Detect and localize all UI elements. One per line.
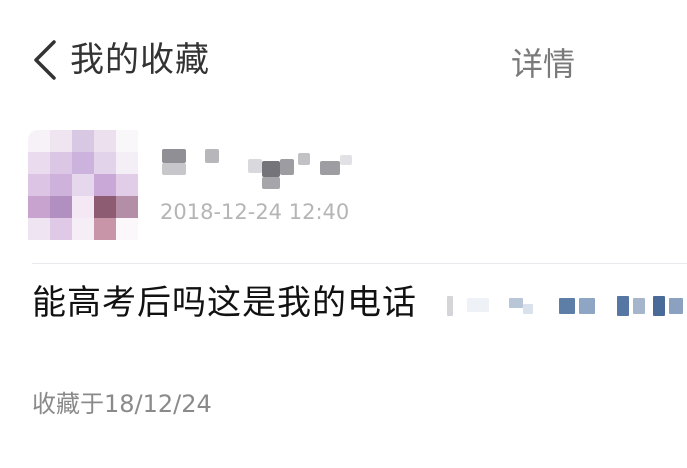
username xyxy=(160,147,360,189)
top-bar: 我的收藏 详情 xyxy=(0,0,687,120)
divider xyxy=(32,263,687,264)
saved-date: 收藏于18/12/24 xyxy=(32,390,212,418)
avatar[interactable] xyxy=(28,130,148,250)
chevron-left-icon xyxy=(34,40,56,80)
back-button[interactable] xyxy=(30,38,60,82)
post-timestamp: 2018-12-24 12:40 xyxy=(160,200,350,224)
page-title: 我的收藏 xyxy=(70,40,210,80)
message-text: 能高考后吗这是我的电话 xyxy=(32,283,417,323)
redacted-phone-number xyxy=(447,286,687,322)
details-button[interactable]: 详情 xyxy=(511,42,575,86)
favorite-message[interactable]: 能高考后吗这是我的电话 xyxy=(32,280,687,330)
